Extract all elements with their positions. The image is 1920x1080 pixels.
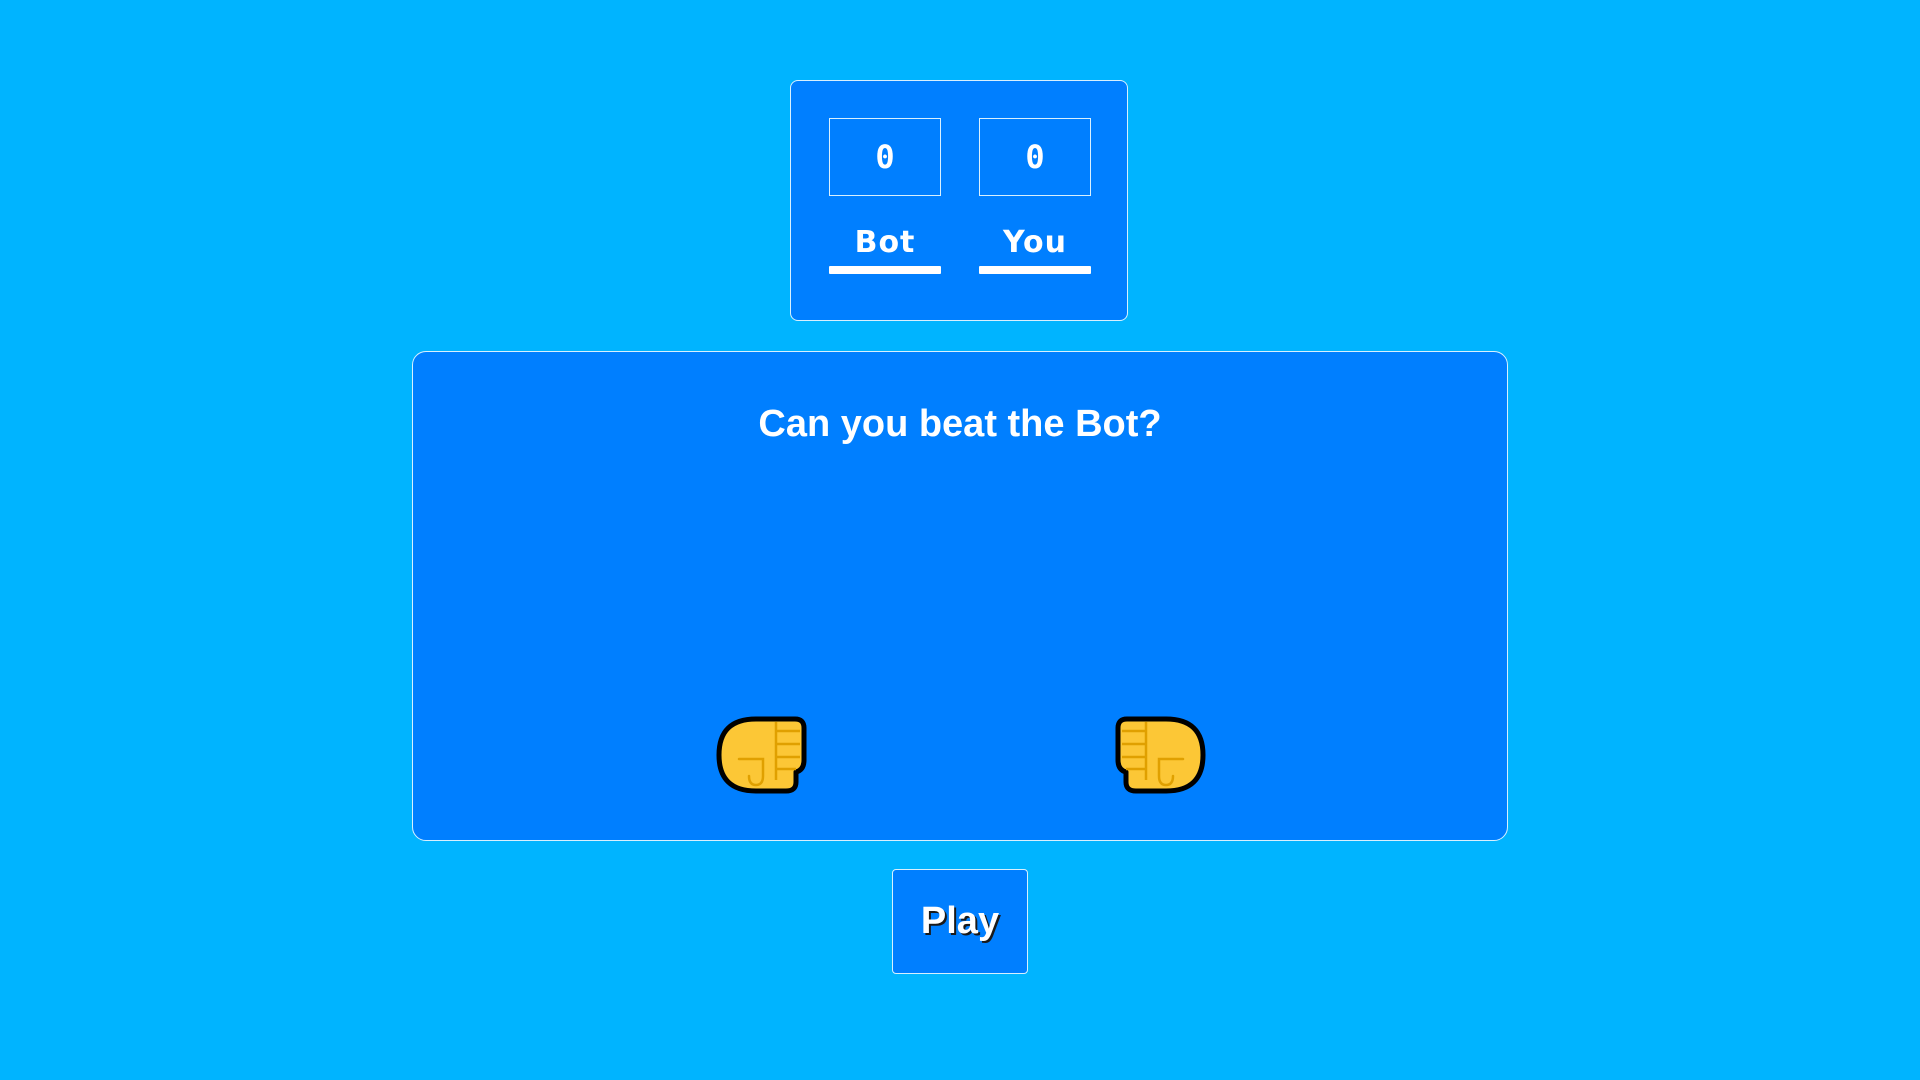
game-arena: Can you beat the Bot? [412,351,1508,841]
arena-title: Can you beat the Bot? [758,403,1162,445]
scoreboard: 0 Bot 0 You [790,80,1128,321]
play-button[interactable]: Play [892,869,1028,974]
you-score-label: You [1003,225,1067,260]
bot-score-column: 0 Bot [829,118,941,274]
bot-fist-icon [716,716,807,794]
you-score-value: 0 [979,118,1091,196]
bot-score-label: Bot [854,225,916,260]
bot-score-underline [829,266,941,274]
you-score-column: 0 You [979,118,1091,274]
player-fist-icon [1115,716,1206,794]
bot-score-value: 0 [829,118,941,196]
you-score-underline [979,266,1091,274]
